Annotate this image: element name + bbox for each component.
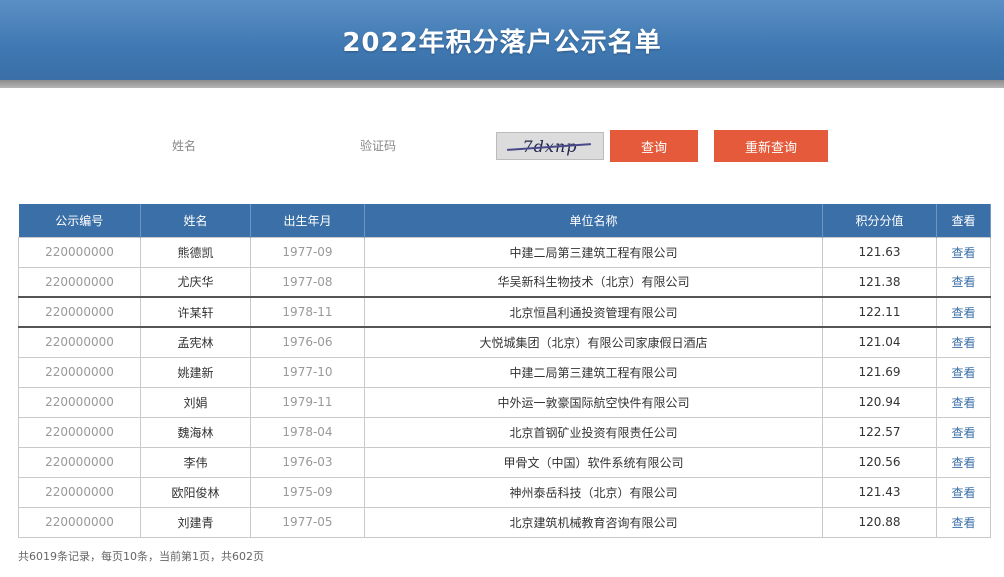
cell-birth: 1978-11 [250,296,365,328]
cell-company: 华吴新科生物技术（北京）有限公司 [364,266,823,298]
cell-id: 220000000 [18,236,141,268]
cell-name: 尤庆华 [140,266,251,298]
table-row: 220000000 熊德凯 1977-09 中建二局第三建筑工程有限公司 121… [18,236,991,268]
page-title: 2022年积分落户公示名单 [342,27,662,58]
cell-score: 121.63 [822,236,937,268]
cell-name: 熊德凯 [140,236,251,268]
cell-company: 北京建筑机械教育咨询有限公司 [364,506,823,538]
cell-birth: 1979-11 [250,386,365,418]
cell-birth: 1977-08 [250,266,365,298]
cell-id: 220000000 [18,446,141,478]
col-header-view: 查看 [936,204,991,237]
cell-score: 120.56 [822,446,937,478]
col-header-score: 积分分值 [822,204,937,237]
cell-birth: 1976-06 [250,326,365,358]
cell-score: 120.88 [822,506,937,538]
col-header-id: 公示编号 [18,204,141,237]
cell-name: 魏海林 [140,416,251,448]
cell-company: 中建二局第三建筑工程有限公司 [364,356,823,388]
view-link[interactable]: 查看 [936,356,991,388]
cell-id: 220000000 [18,326,141,358]
banner-divider [0,80,1004,88]
cell-company: 北京恒昌利通投资管理有限公司 [364,296,823,328]
view-link[interactable]: 查看 [936,506,991,538]
reset-button[interactable]: 重新查询 [714,130,828,162]
results-table: 公示编号 姓名 出生年月 单位名称 积分分值 查看 220000000 熊德凯 … [18,204,991,538]
cell-name: 孟宪林 [140,326,251,358]
page-banner: 2022年积分落户公示名单 [0,0,1004,80]
cell-birth: 1978-04 [250,416,365,448]
cell-birth: 1977-05 [250,506,365,538]
cell-name: 姚建新 [140,356,251,388]
cell-birth: 1977-10 [250,356,365,388]
view-link[interactable]: 查看 [936,446,991,478]
cell-id: 220000000 [18,476,141,508]
cell-id: 220000000 [18,416,141,448]
cell-company: 中建二局第三建筑工程有限公司 [364,236,823,268]
cell-company: 神州泰岳科技（北京）有限公司 [364,476,823,508]
table-row: 220000000 刘娟 1979-11 中外运一敦豪国际航空快件有限公司 12… [18,386,991,418]
table-row-highlighted: 220000000 许某轩 1978-11 北京恒昌利通投资管理有限公司 122… [18,296,991,328]
view-link[interactable]: 查看 [936,266,991,298]
view-link[interactable]: 查看 [936,296,991,328]
cell-birth: 1976-03 [250,446,365,478]
cell-birth: 1975-09 [250,476,365,508]
cell-score: 121.69 [822,356,937,388]
name-field[interactable]: 姓名 [172,137,196,154]
cell-id: 220000000 [18,506,141,538]
table-row: 220000000 尤庆华 1977-08 华吴新科生物技术（北京）有限公司 1… [18,266,991,298]
cell-score: 120.94 [822,386,937,418]
table-row: 220000000 刘建青 1977-05 北京建筑机械教育咨询有限公司 120… [18,506,991,538]
cell-name: 刘建青 [140,506,251,538]
col-header-birth: 出生年月 [250,204,365,237]
cell-name: 李伟 [140,446,251,478]
col-header-name: 姓名 [140,204,251,237]
cell-score: 121.38 [822,266,937,298]
view-link[interactable]: 查看 [936,236,991,268]
view-link[interactable]: 查看 [936,326,991,358]
captcha-image[interactable]: 7dxnp [496,132,604,160]
view-link[interactable]: 查看 [936,416,991,448]
cell-score: 121.04 [822,326,937,358]
cell-id: 220000000 [18,356,141,388]
cell-score: 121.43 [822,476,937,508]
view-link[interactable]: 查看 [936,476,991,508]
captcha-field[interactable]: 验证码 [360,137,396,154]
cell-company: 北京首钢矿业投资有限责任公司 [364,416,823,448]
table-row: 220000000 姚建新 1977-10 中建二局第三建筑工程有限公司 121… [18,356,991,388]
cell-id: 220000000 [18,296,141,328]
cell-id: 220000000 [18,266,141,298]
table-row: 220000000 魏海林 1978-04 北京首钢矿业投资有限责任公司 122… [18,416,991,448]
search-bar: 姓名 验证码 7dxnp 查询 重新查询 [0,128,1004,162]
cell-name: 欧阳俊林 [140,476,251,508]
cell-id: 220000000 [18,386,141,418]
pagination-summary: 共6019条记录，每页10条，当前第1页，共602页 [18,550,264,563]
cell-birth: 1977-09 [250,236,365,268]
col-header-company: 单位名称 [364,204,823,237]
table-row: 220000000 欧阳俊林 1975-09 神州泰岳科技（北京）有限公司 12… [18,476,991,508]
table-header-row: 公示编号 姓名 出生年月 单位名称 积分分值 查看 [18,204,991,237]
table-row: 220000000 孟宪林 1976-06 大悦城集团（北京）有限公司家康假日酒… [18,326,991,358]
cell-company: 甲骨文（中国）软件系统有限公司 [364,446,823,478]
cell-company: 中外运一敦豪国际航空快件有限公司 [364,386,823,418]
cell-name: 刘娟 [140,386,251,418]
query-button[interactable]: 查询 [610,130,698,162]
cell-score: 122.11 [822,296,937,328]
cell-company: 大悦城集团（北京）有限公司家康假日酒店 [364,326,823,358]
cell-name: 许某轩 [140,296,251,328]
cell-score: 122.57 [822,416,937,448]
view-link[interactable]: 查看 [936,386,991,418]
table-row: 220000000 李伟 1976-03 甲骨文（中国）软件系统有限公司 120… [18,446,991,478]
